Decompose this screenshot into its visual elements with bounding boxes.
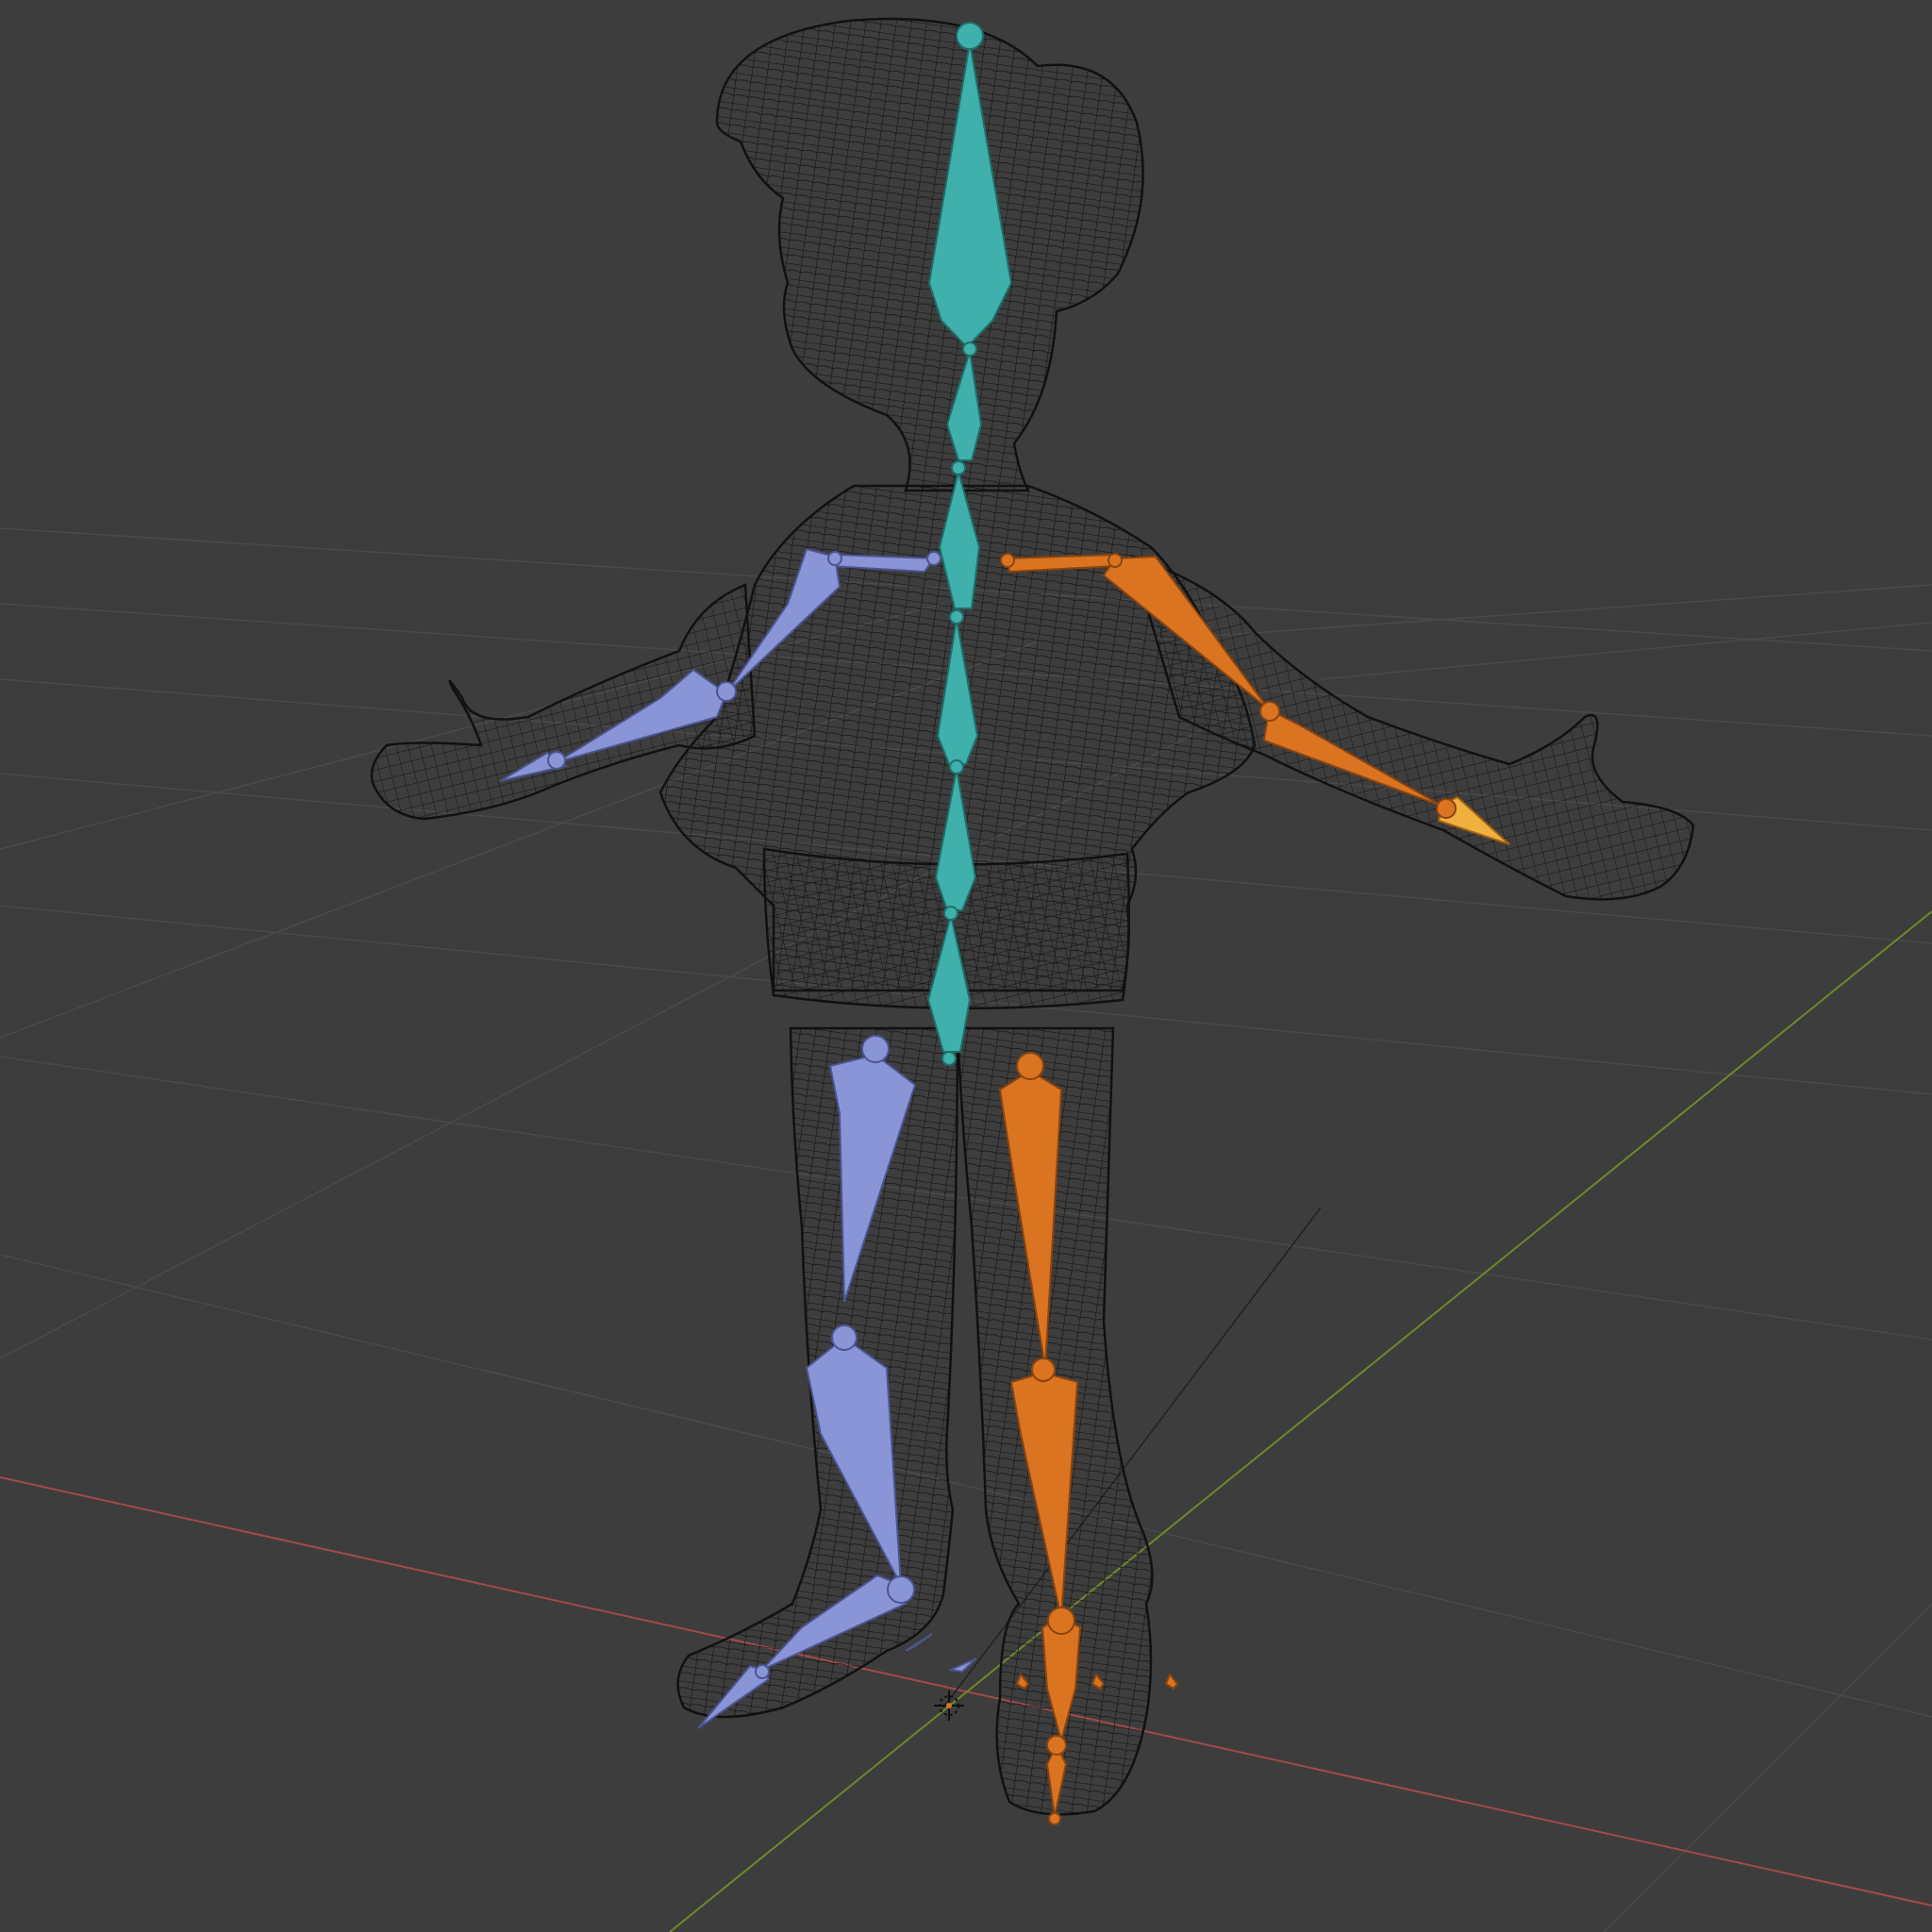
bone-shoulder-l-joint [926,551,941,566]
bone-head-joint [956,22,984,50]
bone-shin-l-joint [831,1324,858,1351]
bone-toe-r-joint [1046,1735,1067,1756]
3d-viewport[interactable] [0,0,1932,1932]
bone-forearm-l-joint [716,681,737,702]
bone-hand-l-joint [547,751,566,770]
bone-forearm-r-joint [1259,701,1280,722]
bone-hips-joint [943,906,958,921]
bone-hand-r-joint [1436,798,1457,819]
bone-shoulder-r-joint [1000,553,1015,568]
bone-thigh-l-joint [861,1035,890,1063]
bone-spine-1-joint [949,759,964,774]
bone-hips-tail [941,1051,957,1066]
bone-heel-r-3 [1164,1673,1179,1690]
bone-spine-3-joint [951,460,966,475]
bone-shin-r-joint [1031,1357,1056,1382]
bone-foot-r-joint [1047,1607,1075,1635]
bone-thigh-r-joint [1016,1052,1044,1080]
bone-toe-r-tip [1048,1812,1061,1825]
bone-upperarm-r-joint [1108,553,1123,568]
bone-spine-2-joint [949,609,964,625]
mesh-head [715,17,1144,492]
viewport-canvas[interactable] [0,0,1932,1932]
bone-upperarm-l-joint [827,551,842,566]
character-mesh[interactable] [370,17,1695,1816]
bone-neck-joint [962,341,977,357]
origin-cursor-icon[interactable] [934,1690,964,1721]
bone-foot-l-joint [887,1575,915,1604]
bone-toe-l-joint [755,1664,770,1679]
